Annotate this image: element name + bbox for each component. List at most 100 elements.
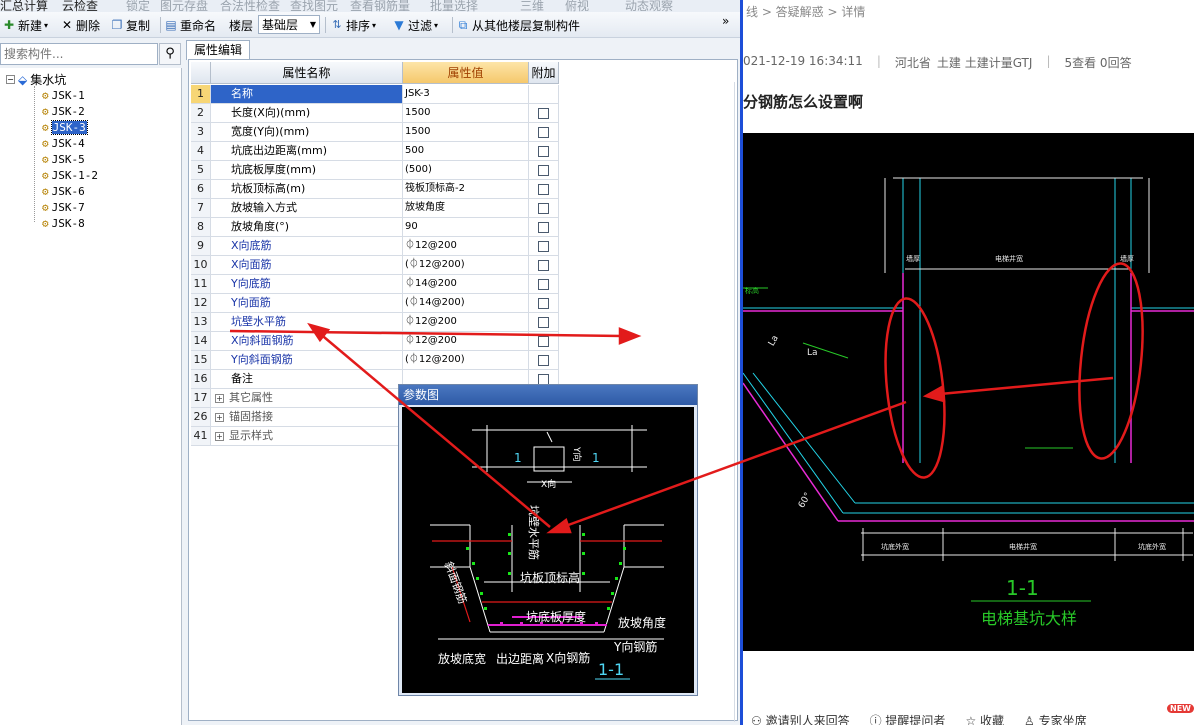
property-value[interactable]: ⏀12@200 xyxy=(403,332,529,351)
remind-asker-button[interactable]: ⓘ 提醒提问者 xyxy=(870,712,946,725)
row-number: 26 xyxy=(191,408,211,427)
property-row[interactable]: 10 X向面筋 (⏀12@200) xyxy=(191,256,559,275)
component-search-input[interactable] xyxy=(0,43,158,65)
toolbar-separator xyxy=(452,17,453,33)
menu-find[interactable]: 查找图元 xyxy=(290,0,338,12)
tree-item-jsk-3[interactable]: ⚙ JSK-3 xyxy=(42,119,88,135)
cad-la-mid: La xyxy=(807,348,818,358)
property-row[interactable]: 8 放坡角度(°) 90 xyxy=(191,218,559,237)
property-row[interactable]: 11 Y向底筋 ⏀14@200 xyxy=(191,275,559,294)
property-value[interactable]: 1500 xyxy=(403,104,529,123)
tree-item-jsk-5[interactable]: ⚙ JSK-5 xyxy=(42,152,85,166)
extra-checkbox[interactable] xyxy=(538,107,549,119)
delete-button[interactable]: ✕ 删除 xyxy=(60,16,100,34)
tree-item-jsk-1-2[interactable]: ⚙ JSK-1-2 xyxy=(42,168,98,182)
extra-checkbox[interactable] xyxy=(538,202,549,214)
row-number: 15 xyxy=(191,351,211,370)
property-row[interactable]: 5 坑底板厚度(mm) (500) xyxy=(191,161,559,180)
tree-root-sump[interactable]: − ⬙ 集水坑 xyxy=(6,71,66,88)
extra-checkbox[interactable] xyxy=(538,373,549,385)
filter-button[interactable]: ▼ 过滤 ▾ xyxy=(392,16,438,34)
collapse-icon[interactable]: − xyxy=(6,75,15,84)
property-row[interactable]: 7 放坡输入方式 放坡角度 xyxy=(191,199,559,218)
extra-checkbox[interactable] xyxy=(538,335,549,347)
dialog-title[interactable]: 参数图 xyxy=(399,385,697,405)
tab-property-edit[interactable]: 属性编辑 xyxy=(186,40,251,60)
extra-checkbox[interactable] xyxy=(538,259,549,271)
parameter-diagram-dialog[interactable]: 参数图 1 1 X向 Y向 坑壁水平筋 坑板顶标高 坑底板厚度 放坡角度 Y向钢… xyxy=(398,384,698,696)
menu-summary[interactable]: 汇总计算 xyxy=(0,0,48,12)
property-group-label: 其它属性 xyxy=(229,391,273,404)
breadcrumb[interactable]: 线 > 答疑解惑 > 详情 xyxy=(746,3,865,20)
expand-icon[interactable]: + xyxy=(215,412,224,422)
property-value[interactable]: 500 xyxy=(403,142,529,161)
property-name: 名称 xyxy=(211,85,403,104)
property-value[interactable]: ⏀14@200 xyxy=(403,275,529,294)
extra-checkbox[interactable] xyxy=(538,354,549,366)
property-value[interactable]: 90 xyxy=(403,218,529,237)
property-value[interactable]: 放坡角度 xyxy=(403,199,529,218)
tree-item-jsk-8[interactable]: ⚙ JSK-8 xyxy=(42,216,85,230)
extra-checkbox[interactable] xyxy=(538,278,549,290)
property-row[interactable]: 1 名称 JSK-3 xyxy=(191,85,559,104)
property-value[interactable]: 1500 xyxy=(403,123,529,142)
extra-checkbox[interactable] xyxy=(538,297,549,309)
property-value[interactable]: ⏀12@200 xyxy=(403,237,529,256)
menu-cloud-check[interactable]: 云检查 xyxy=(62,0,98,12)
invite-answer-button[interactable]: ⚇ 邀请别人来回答 xyxy=(751,712,850,725)
floor-select[interactable]: 基础层 ▼ xyxy=(258,15,320,34)
property-row[interactable]: 13 坑壁水平筋 ⏀12@200 xyxy=(191,313,559,332)
menu-orbit[interactable]: 动态观察 xyxy=(625,0,673,12)
property-row[interactable]: 4 坑底出边距离(mm) 500 xyxy=(191,142,559,161)
extra-checkbox[interactable] xyxy=(538,164,549,176)
search-button[interactable]: ⚲ xyxy=(159,43,181,65)
property-value[interactable]: (⏀12@200) xyxy=(403,351,529,370)
favorite-button[interactable]: ☆ 收藏 xyxy=(965,712,1004,725)
menu-save[interactable]: 图元存盘 xyxy=(160,0,208,12)
tree-item-jsk-7[interactable]: ⚙ JSK-7 xyxy=(42,200,85,214)
menu-lock[interactable]: 锁定 xyxy=(126,0,150,12)
extra-checkbox[interactable] xyxy=(538,221,549,233)
menu-top-view[interactable]: 俯视 xyxy=(565,0,589,12)
expand-icon[interactable]: + xyxy=(215,393,224,403)
property-name: 放坡角度(°) xyxy=(211,218,403,237)
extra-checkbox[interactable] xyxy=(538,145,549,157)
property-row[interactable]: 9 X向底筋 ⏀12@200 xyxy=(191,237,559,256)
tree-item-jsk-4[interactable]: ⚙ JSK-4 xyxy=(42,136,85,150)
sort-button[interactable]: ⇅ 排序 ▾ xyxy=(330,16,376,34)
property-row[interactable]: 12 Y向面筋 (⏀14@200) xyxy=(191,294,559,313)
expand-icon[interactable]: + xyxy=(215,431,224,441)
menu-3d[interactable]: 三维 xyxy=(520,0,544,12)
expert-seat-button[interactable]: ♙ 专家坐席 xyxy=(1024,712,1087,725)
more-tools-button[interactable]: » xyxy=(722,12,729,30)
extra-checkbox[interactable] xyxy=(538,316,549,328)
tree-item-jsk-6[interactable]: ⚙ JSK-6 xyxy=(42,184,85,198)
property-row[interactable]: 3 宽度(Y向)(mm) 1500 xyxy=(191,123,559,142)
extra-checkbox[interactable] xyxy=(538,126,549,138)
copy-from-floor-button[interactable]: ⧉ 从其他楼层复制构件 xyxy=(456,16,580,34)
property-value[interactable]: ⏀12@200 xyxy=(403,313,529,332)
property-row[interactable]: 15 Y向斜面钢筋 (⏀12@200) xyxy=(191,351,559,370)
property-row[interactable]: 6 坑板顶标高(m) 筏板顶标高-2 xyxy=(191,180,559,199)
property-value[interactable]: 筏板顶标高-2 xyxy=(403,180,529,199)
copy-button[interactable]: ❐ 复制 xyxy=(110,16,150,34)
property-row[interactable]: 14 X向斜面钢筋 ⏀12@200 xyxy=(191,332,559,351)
extra-checkbox[interactable] xyxy=(538,240,549,252)
property-value[interactable]: (⏀14@200) xyxy=(403,294,529,313)
menu-rebar[interactable]: 查看钢筋量 xyxy=(350,0,410,12)
rename-button[interactable]: ▤ 重命名 xyxy=(164,16,216,34)
post-tags[interactable]: 土建 土建计量GTJ xyxy=(937,54,1033,71)
property-name: X向底筋 xyxy=(211,237,403,256)
tree-item-jsk-2[interactable]: ⚙ JSK-2 xyxy=(42,104,85,118)
property-value[interactable]: (⏀12@200) xyxy=(403,256,529,275)
row-number: 17 xyxy=(191,389,211,408)
new-button[interactable]: ✚ 新建 ▾ xyxy=(2,16,48,34)
tree-item-jsk-1[interactable]: ⚙ JSK-1 xyxy=(42,88,85,102)
property-row[interactable]: 2 长度(X向)(mm) 1500 xyxy=(191,104,559,123)
extra-checkbox[interactable] xyxy=(538,183,549,195)
menu-check[interactable]: 合法性检查 xyxy=(220,0,280,12)
property-value[interactable]: (500) xyxy=(403,161,529,180)
property-value[interactable]: JSK-3 xyxy=(403,85,529,104)
component-gear-icon: ⚙ xyxy=(42,152,49,166)
menu-batch[interactable]: 批量选择 xyxy=(430,0,478,12)
